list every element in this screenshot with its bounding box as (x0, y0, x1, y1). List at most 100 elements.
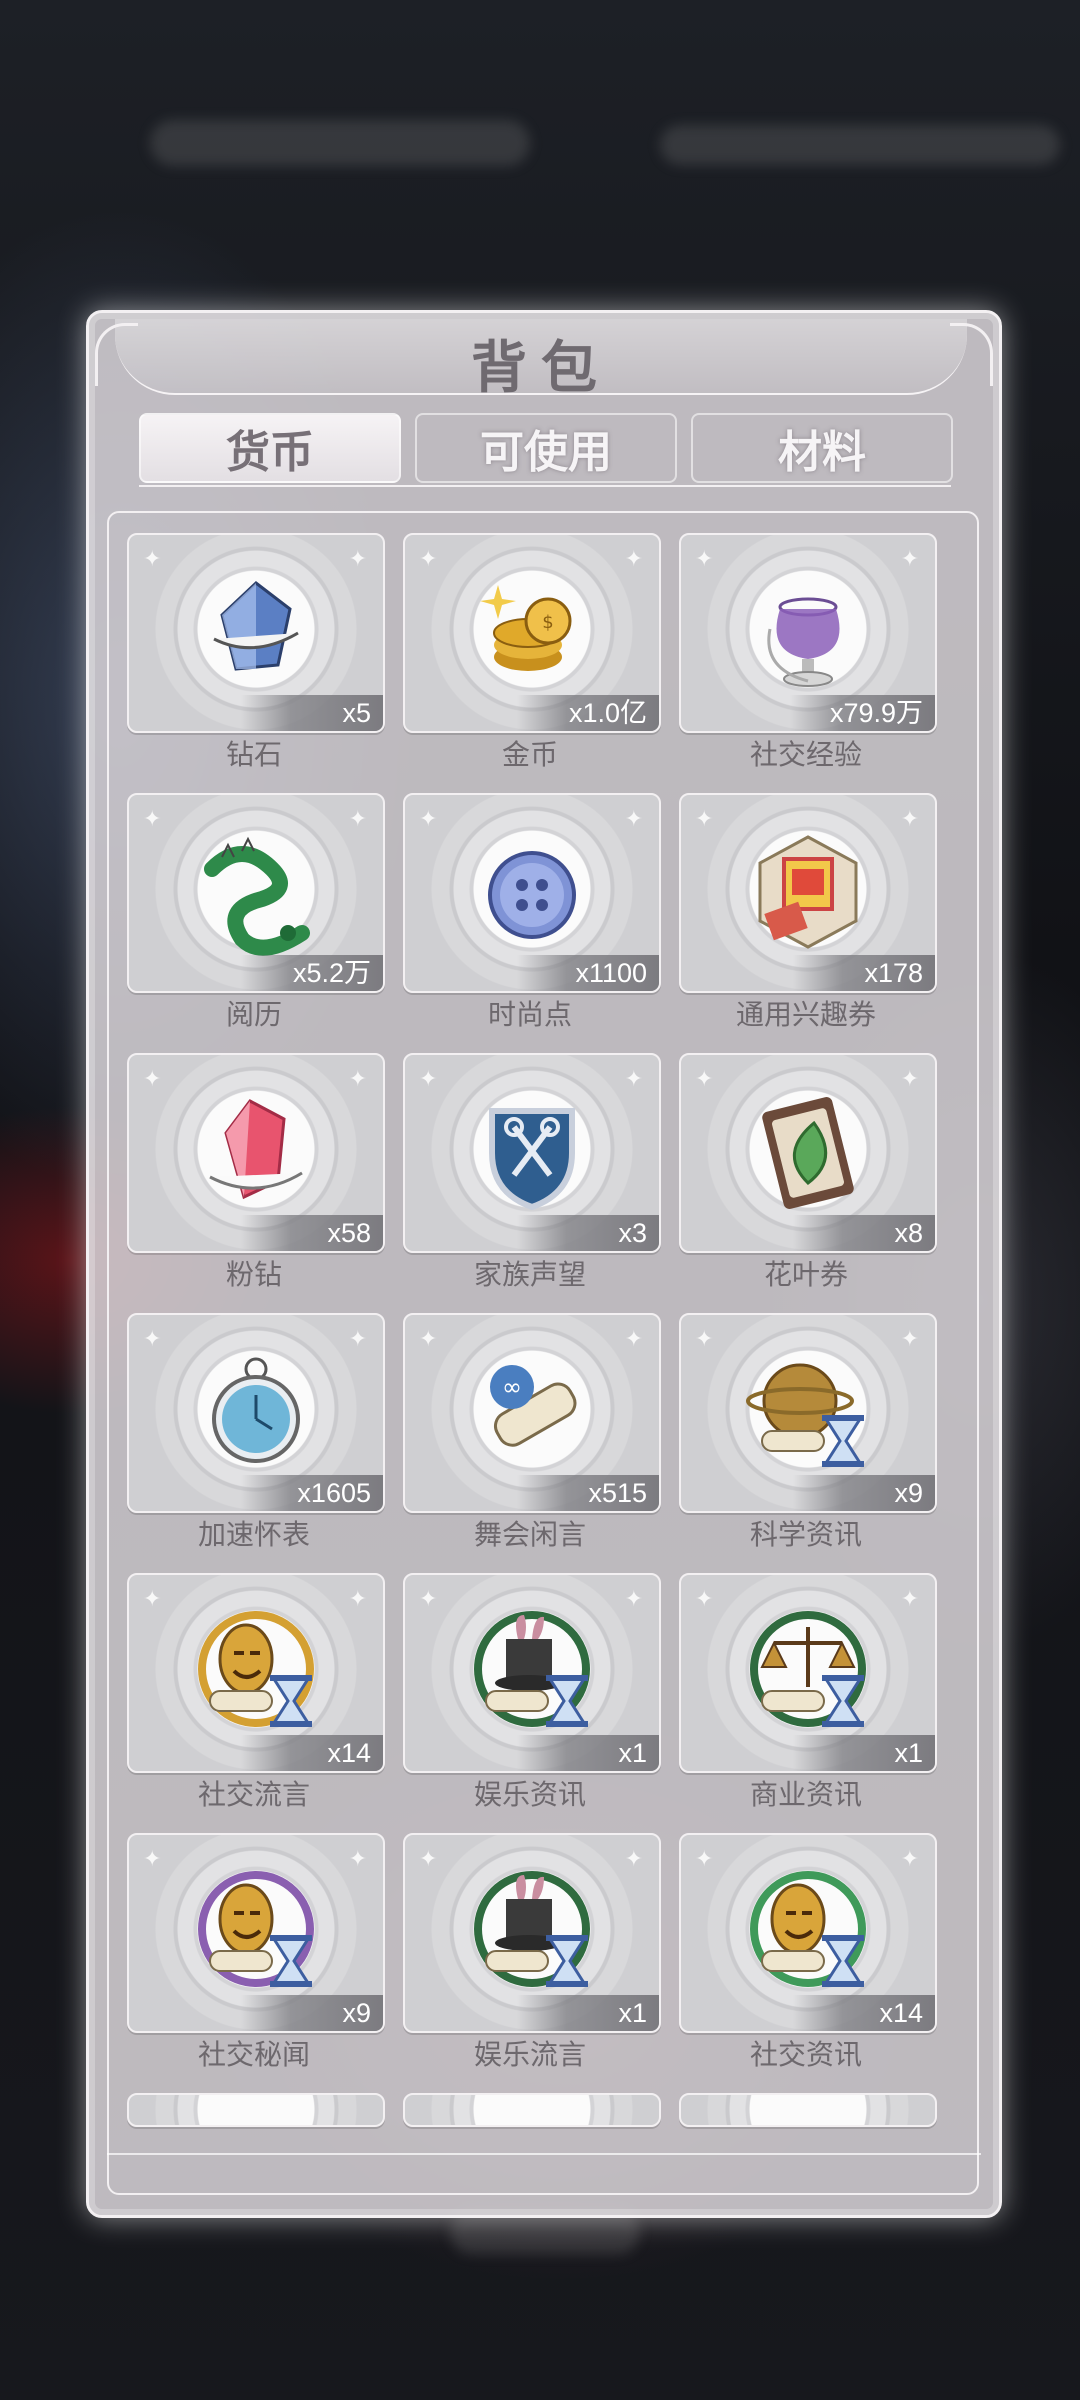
sparkle-icon: ✦ (419, 547, 438, 572)
item-card[interactable]: ✦ ✦ x178 (679, 793, 937, 993)
item-cell[interactable]: ✦ ✦ x79.9万 社交经验 (679, 533, 937, 785)
sparkle-icon: ✦ (900, 547, 919, 572)
sparkle-icon: ✦ (348, 547, 367, 572)
sparkle-icon: ✦ (900, 1067, 919, 1092)
item-card[interactable]: ✦ ✦ x9 (127, 1833, 385, 2033)
item-cell[interactable]: ✦ ✦ x1605 加速怀表 (127, 1313, 385, 1565)
item-cell[interactable]: ✦ ✦ x9 社交秘闻 (127, 1833, 385, 2085)
item-name: 娱乐资讯 (473, 1778, 586, 1811)
item-card[interactable]: ✦ ✦ x1 (403, 1573, 661, 1773)
stamp-ticket-icon (744, 829, 872, 957)
item-card[interactable]: ✦ ✦ x1100 (403, 793, 661, 993)
gold-coins-icon: $ (468, 569, 596, 697)
item-cell[interactable]: ✦ ✦ x14 社交资讯 (679, 1833, 937, 2085)
item-count: x5 (241, 695, 383, 731)
sparkle-icon: ✦ (143, 1327, 162, 1352)
item-cell[interactable]: ✦ ✦ x14 社交流言 (127, 1573, 385, 1825)
item-name: 科学资讯 (749, 1518, 862, 1551)
item-cell-partial[interactable] (403, 2093, 661, 2193)
item-cell[interactable]: ✦ ✦ x1 娱乐流言 (403, 1833, 661, 2085)
sparkle-icon: ✦ (624, 1067, 643, 1092)
item-count: x1605 (241, 1475, 383, 1511)
item-card[interactable]: ✦ ✦ x5.2万 (127, 793, 385, 993)
item-cell[interactable]: ✦ ✦ x8 花叶券 (679, 1053, 937, 1305)
item-cell[interactable]: ✦ ✦ $ x1.0亿 金币 (403, 533, 661, 785)
sparkle-icon: ✦ (419, 1067, 438, 1092)
item-card[interactable]: ✦ ✦ x58 (127, 1053, 385, 1253)
item-name: 花叶券 (763, 1258, 848, 1291)
item-cell[interactable]: ✦ ✦ x9 科学资讯 (679, 1313, 937, 1565)
mask-scroll-hourglass-green-icon (744, 1869, 872, 1997)
item-name: 阅历 (225, 998, 282, 1031)
leaf-card-icon (744, 1089, 872, 1217)
item-card[interactable]: ✦ ✦ $ x1.0亿 (403, 533, 661, 733)
item-cell[interactable]: ✦ ✦ x5 钻石 (127, 533, 385, 785)
sparkle-icon: ✦ (695, 807, 714, 832)
item-cell[interactable]: ✦ ✦ x1 娱乐资讯 (403, 1573, 661, 1825)
shield-keys-icon (468, 1089, 596, 1217)
globe-scroll-hourglass-icon (744, 1349, 872, 1477)
sparkle-icon: ✦ (143, 1847, 162, 1872)
svg-text:$: $ (542, 612, 553, 633)
item-cell[interactable]: ✦ ✦ ∞ x515 舞会闲言 (403, 1313, 661, 1565)
item-name: 金币 (501, 738, 558, 771)
item-count: x14 (241, 1735, 383, 1771)
blue-button-icon (468, 829, 596, 957)
item-card[interactable]: ✦ ✦ x14 (679, 1833, 937, 2033)
item-card[interactable]: ✦ ✦ x79.9万 (679, 533, 937, 733)
item-card[interactable]: ✦ ✦ x5 (127, 533, 385, 733)
item-card[interactable] (679, 2093, 937, 2127)
tab-materials[interactable]: 材料 (691, 413, 953, 483)
item-card[interactable]: ✦ ✦ ∞ x515 (403, 1313, 661, 1513)
item-card[interactable]: ✦ ✦ x9 (679, 1313, 937, 1513)
item-card[interactable]: ✦ ✦ x1 (403, 1833, 661, 2033)
item-name: 社交秘闻 (197, 2038, 310, 2071)
title-bar: 背包 (115, 319, 967, 401)
item-cell[interactable]: ✦ ✦ x178 通用兴趣券 (679, 793, 937, 1045)
scales-scroll-hourglass-icon (744, 1609, 872, 1737)
item-count: x9 (241, 1995, 383, 2031)
item-cell[interactable]: ✦ ✦ x1 商业资讯 (679, 1573, 937, 1825)
item-card[interactable]: ✦ ✦ x1 (679, 1573, 937, 1773)
sparkle-icon: ✦ (348, 1587, 367, 1612)
sparkle-icon: ✦ (419, 1327, 438, 1352)
item-count: x3 (517, 1215, 659, 1251)
item-grid-frame[interactable]: ✦ ✦ x5 钻石 ✦ ✦ $ x1.0亿 金币 ✦ ✦ x79.9万 社交经验 ✦ ✦ x5.2万 阅历 ✦ ✦ x… (107, 511, 979, 2195)
sparkle-icon: ✦ (900, 1847, 919, 1872)
item-cell-partial[interactable] (679, 2093, 937, 2193)
item-name: 粉钻 (225, 1258, 282, 1291)
sparkle-icon: ✦ (695, 1327, 714, 1352)
sparkle-icon: ✦ (143, 807, 162, 832)
item-cell[interactable]: ✦ ✦ x3 家族声望 (403, 1053, 661, 1305)
sparkle-icon: ✦ (624, 807, 643, 832)
tab-currency[interactable]: 货币 (139, 413, 401, 483)
corner-ornament-left (95, 323, 138, 386)
sparkle-icon: ✦ (419, 1847, 438, 1872)
item-card[interactable] (127, 2093, 385, 2127)
sparkle-icon: ✦ (900, 807, 919, 832)
item-card[interactable]: ✦ ✦ x8 (679, 1053, 937, 1253)
tab-underline (139, 485, 951, 487)
item-cell[interactable]: ✦ ✦ x58 粉钻 (127, 1053, 385, 1305)
item-cell[interactable]: ✦ ✦ x1100 时尚点 (403, 793, 661, 1045)
sparkle-icon: ✦ (143, 547, 162, 572)
item-count: x14 (793, 1995, 935, 2031)
item-card[interactable]: ✦ ✦ x1605 (127, 1313, 385, 1513)
tab-usable[interactable]: 可使用 (415, 413, 677, 483)
page-title: 背包 (471, 335, 611, 401)
sparkle-icon: ✦ (348, 807, 367, 832)
green-serpent-icon (192, 829, 320, 957)
item-count: x5.2万 (241, 955, 383, 991)
item-cell[interactable]: ✦ ✦ x5.2万阅历 (127, 793, 385, 1045)
blurred-header-bg (150, 120, 530, 166)
item-card[interactable]: ✦ ✦ x14 (127, 1573, 385, 1773)
item-count: x8 (793, 1215, 935, 1251)
item-name: 娱乐流言 (473, 2038, 586, 2071)
item-name: 通用兴趣券 (735, 998, 876, 1031)
item-card[interactable]: ✦ ✦ x3 (403, 1053, 661, 1253)
sparkle-icon: ✦ (348, 1067, 367, 1092)
sparkle-icon: ✦ (695, 1587, 714, 1612)
item-cell-partial[interactable] (127, 2093, 385, 2193)
item-card[interactable] (403, 2093, 661, 2127)
item-name: 加速怀表 (197, 1518, 310, 1551)
